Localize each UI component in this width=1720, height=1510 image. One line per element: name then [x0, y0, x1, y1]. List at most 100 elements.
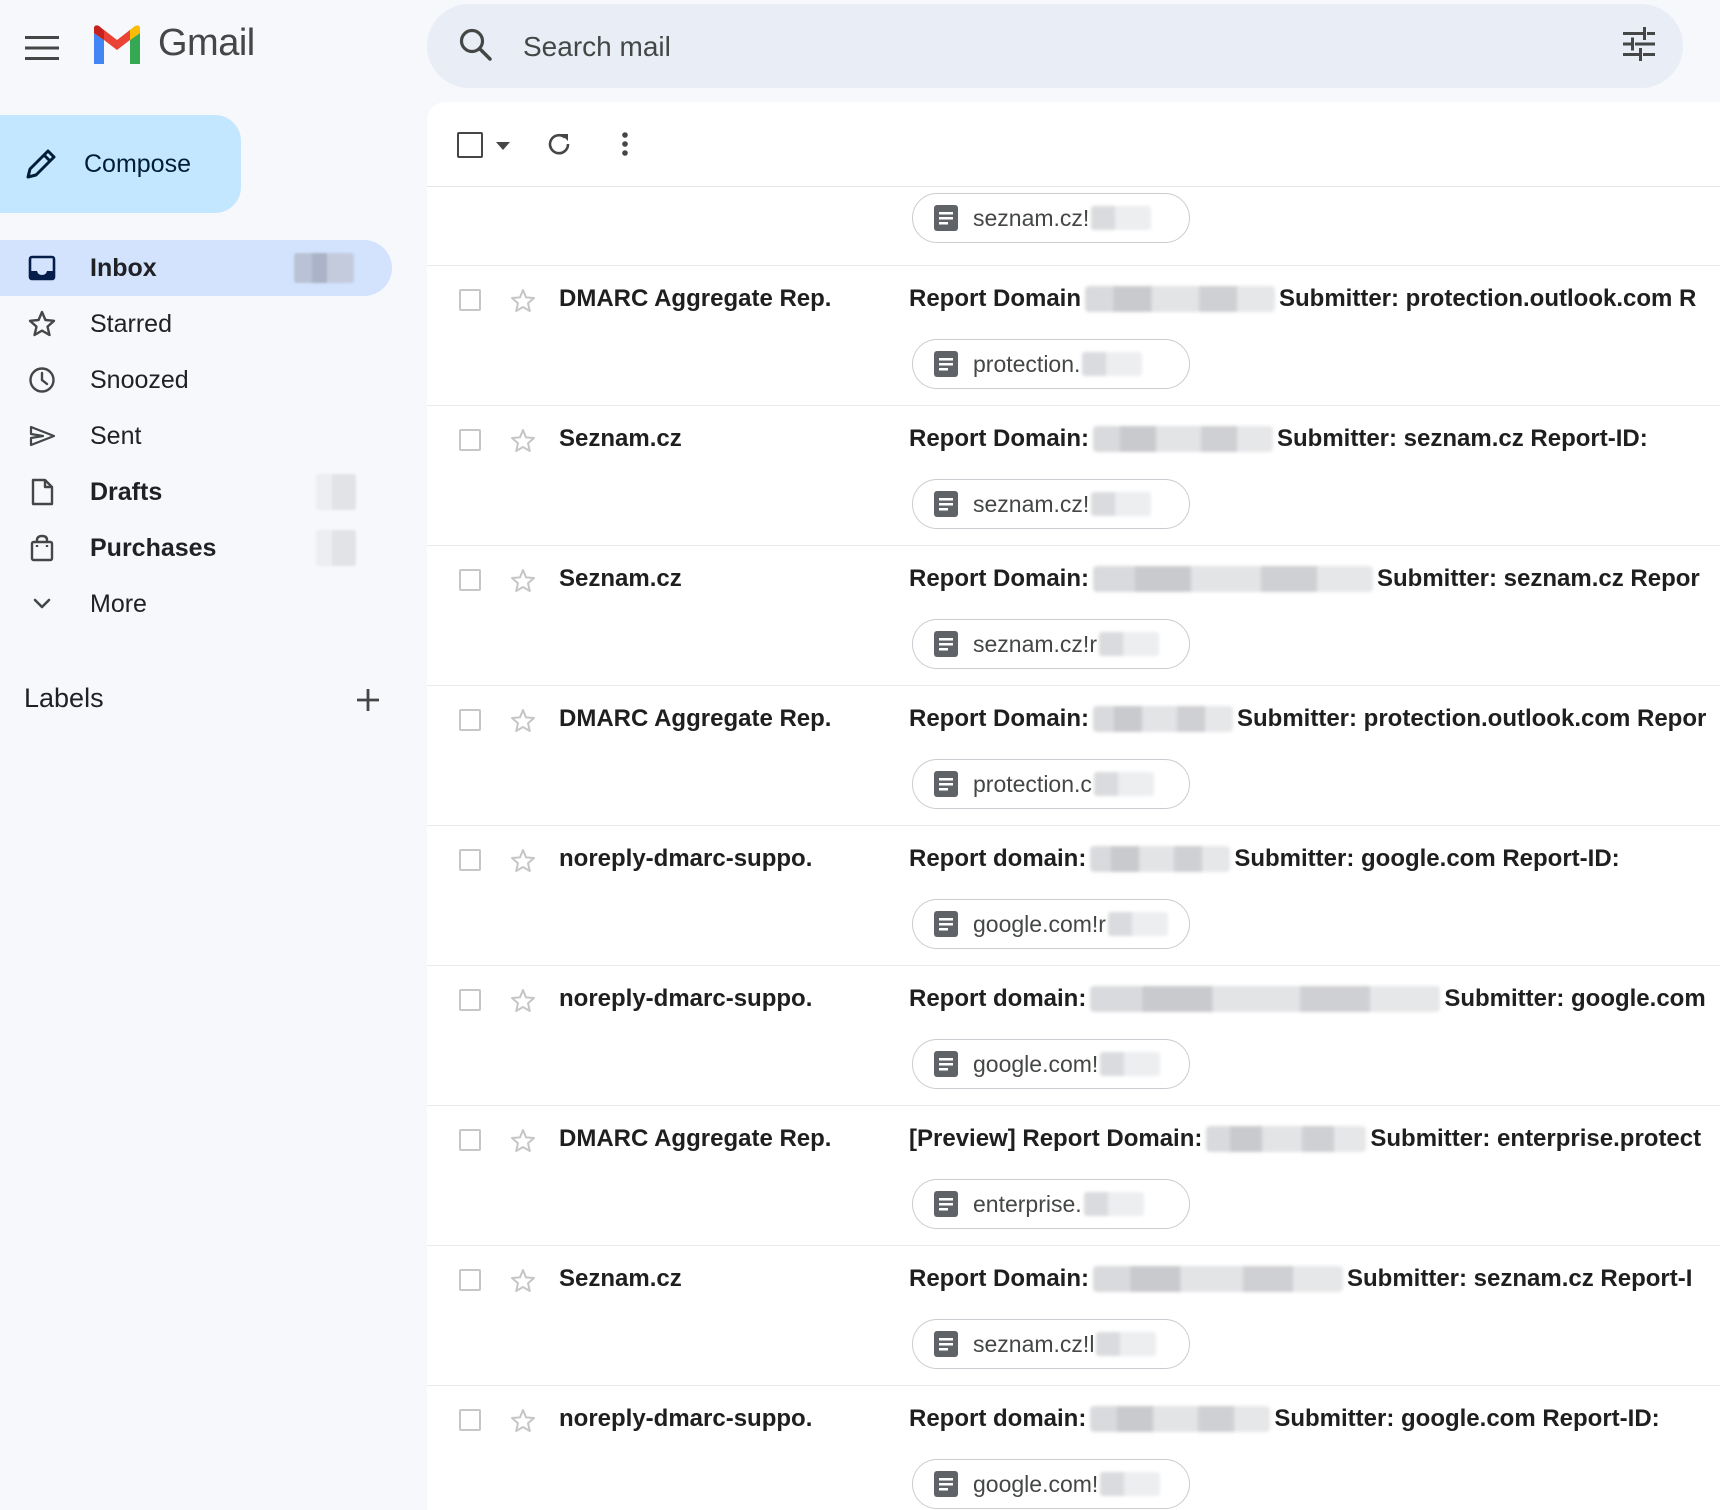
- row-select-checkbox[interactable]: [459, 289, 481, 311]
- add-label-button[interactable]: [350, 682, 386, 718]
- table-row[interactable]: Seznam.cz Report Domain: Submitter: seznam…: [427, 545, 1720, 686]
- table-row[interactable]: seznam.cz!: [427, 188, 1720, 266]
- document-icon: [934, 1331, 958, 1357]
- sidebar-item-snoozed[interactable]: Snoozed: [0, 352, 392, 408]
- document-icon: [934, 491, 958, 517]
- table-row[interactable]: noreply-dmarc-suppo. Report domain: Submit…: [427, 965, 1720, 1106]
- sidebar-item-label: Drafts: [90, 477, 163, 506]
- compose-label: Compose: [84, 149, 191, 178]
- search-options-icon[interactable]: [1621, 26, 1657, 67]
- redacted-text: [1093, 426, 1273, 452]
- compose-button[interactable]: Compose: [0, 115, 241, 213]
- subject-suffix: Submitter: protection.outlook.com R: [1279, 285, 1697, 312]
- star-toggle-icon[interactable]: [509, 567, 537, 600]
- attachment-name: enterprise.: [973, 1190, 1082, 1217]
- redacted-text: [1100, 1472, 1161, 1496]
- row-select-checkbox[interactable]: [459, 1409, 481, 1431]
- star-toggle-icon[interactable]: [509, 847, 537, 880]
- purchases-count-redacted: [316, 530, 356, 566]
- search-icon[interactable]: [457, 26, 495, 69]
- sidebar-item-inbox[interactable]: Inbox: [0, 240, 392, 296]
- subject-prefix: Report Domain:: [909, 425, 1089, 452]
- table-row[interactable]: DMARC Aggregate Rep. [Preview] Report Dom…: [427, 1105, 1720, 1246]
- attachment-chip[interactable]: seznam.cz!: [912, 193, 1190, 243]
- attachment-chip[interactable]: seznam.cz!: [912, 479, 1190, 529]
- refresh-button[interactable]: [541, 126, 577, 162]
- attachment-chip[interactable]: google.com!r: [912, 899, 1190, 949]
- star-toggle-icon[interactable]: [509, 287, 537, 320]
- gmail-logo[interactable]: Gmail: [90, 22, 255, 65]
- star-toggle-icon[interactable]: [509, 427, 537, 460]
- subject-suffix: Submitter: google.com Report-ID:: [1234, 845, 1620, 872]
- clock-icon: [28, 366, 56, 394]
- attachment-name: seznam.cz!: [973, 490, 1090, 517]
- redacted-text: [1083, 1192, 1144, 1216]
- more-options-button[interactable]: [607, 126, 643, 162]
- main-menu-button[interactable]: [18, 24, 66, 72]
- row-select-checkbox[interactable]: [459, 989, 481, 1011]
- table-row[interactable]: noreply-dmarc-suppo. Report domain: Submit…: [427, 1385, 1720, 1510]
- document-icon: [934, 771, 958, 797]
- row-select-checkbox[interactable]: [459, 1129, 481, 1151]
- attachment-chip[interactable]: google.com!: [912, 1039, 1190, 1089]
- sidebar-item-starred[interactable]: Starred: [0, 296, 392, 352]
- subject-prefix: Report Domain:: [909, 565, 1089, 592]
- row-select-checkbox[interactable]: [459, 709, 481, 731]
- email-sender: Seznam.cz: [559, 425, 682, 452]
- attachment-chip[interactable]: seznam.cz!l: [912, 1319, 1190, 1369]
- attachment-chip[interactable]: protection.: [912, 339, 1190, 389]
- redacted-text: [1091, 492, 1152, 516]
- attachment-chip[interactable]: enterprise.: [912, 1179, 1190, 1229]
- table-row[interactable]: Seznam.cz Report Domain: Submitter: seznam…: [427, 1245, 1720, 1386]
- star-toggle-icon[interactable]: [509, 987, 537, 1020]
- email-subject: Report domain: Submitter: google.com: [909, 985, 1706, 1013]
- chevron-down-icon: [28, 590, 56, 618]
- attachment-name: protection.: [973, 350, 1081, 377]
- sidebar-item-purchases[interactable]: Purchases: [0, 520, 392, 576]
- top-bar: Gmail: [0, 0, 1720, 100]
- star-toggle-icon[interactable]: [509, 1127, 537, 1160]
- attachment-name: protection.c: [973, 770, 1092, 797]
- refresh-icon: [548, 133, 570, 155]
- attachment-chip[interactable]: seznam.cz!r: [912, 619, 1190, 669]
- attachment-chip[interactable]: protection.c: [912, 759, 1190, 809]
- labels-heading: Labels: [24, 683, 104, 713]
- star-toggle-icon[interactable]: [509, 1407, 537, 1440]
- sidebar-item-more[interactable]: More: [0, 576, 392, 632]
- email-subject: Report Domain: Submitter: seznam.cz Repor…: [909, 425, 1648, 453]
- table-row[interactable]: Seznam.cz Report Domain: Submitter: seznam…: [427, 405, 1720, 546]
- subject-prefix: [Preview] Report Domain:: [909, 1125, 1203, 1152]
- table-row[interactable]: DMARC Aggregate Rep. Report Domain: Submit…: [427, 685, 1720, 826]
- hamburger-menu-icon: [25, 36, 59, 60]
- star-toggle-icon[interactable]: [509, 707, 537, 740]
- sidebar-item-sent[interactable]: Sent: [0, 408, 392, 464]
- sidebar-item-label: Starred: [90, 309, 172, 338]
- gmail-wordmark: Gmail: [158, 22, 255, 64]
- email-sender: noreply-dmarc-suppo.: [559, 985, 813, 1012]
- email-sender: DMARC Aggregate Rep.: [559, 1125, 832, 1152]
- select-all-checkbox[interactable]: [457, 132, 483, 158]
- redacted-text: [1107, 912, 1168, 936]
- document-icon: [934, 351, 958, 377]
- attachment-name: google.com!r: [973, 910, 1106, 937]
- row-select-checkbox[interactable]: [459, 569, 481, 591]
- star-toggle-icon[interactable]: [509, 1267, 537, 1300]
- redacted-text: [1090, 986, 1441, 1012]
- row-select-checkbox[interactable]: [459, 849, 481, 871]
- redacted-text: [1100, 1052, 1161, 1076]
- search-input[interactable]: [521, 24, 1525, 70]
- subject-prefix: Report domain:: [909, 845, 1087, 872]
- subject-suffix: Submitter: protection.outlook.com Repor: [1237, 705, 1707, 732]
- subject-prefix: Report Domain:: [909, 1265, 1089, 1292]
- attachment-chip[interactable]: google.com!: [912, 1459, 1190, 1509]
- inbox-count-redacted: [294, 253, 354, 283]
- redacted-text: [1093, 772, 1154, 796]
- sidebar-item-drafts[interactable]: Drafts: [0, 464, 392, 520]
- table-row[interactable]: noreply-dmarc-suppo. Report domain: Submit…: [427, 825, 1720, 966]
- table-row[interactable]: DMARC Aggregate Rep. Report Domain Submitt…: [427, 265, 1720, 406]
- select-dropdown-button[interactable]: [493, 136, 513, 156]
- subject-suffix: Submitter: enterprise.protect: [1370, 1125, 1702, 1152]
- row-select-checkbox[interactable]: [459, 429, 481, 451]
- email-subject: [Preview] Report Domain: Submitter: enter…: [909, 1125, 1701, 1153]
- row-select-checkbox[interactable]: [459, 1269, 481, 1291]
